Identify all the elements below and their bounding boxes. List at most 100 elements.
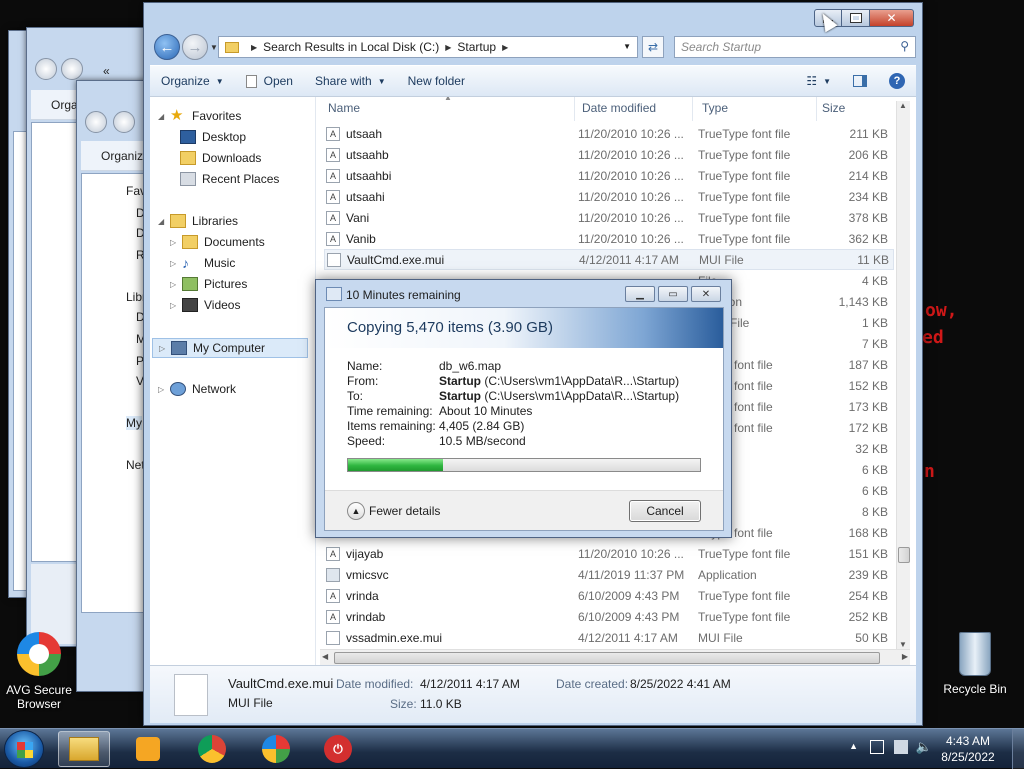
file-row[interactable]: Avijayab 11/20/2010 10:26 ... TrueType fon…	[324, 543, 894, 564]
open-button[interactable]: Open	[235, 74, 304, 88]
file-row[interactable]: A Vanib 11/20/2010 10:26 ... TrueType font …	[324, 228, 894, 249]
collapsed-icon[interactable]: ▷	[170, 280, 178, 289]
nav-downloads[interactable]: Downloads	[180, 151, 261, 165]
start-button[interactable]	[4, 730, 44, 768]
expanded-icon[interactable]: ◢	[158, 217, 166, 226]
file-row[interactable]: Autsaahbi 11/20/2010 10:26 ... TrueType fo…	[324, 165, 894, 186]
refresh-button[interactable]: ⇄	[642, 36, 664, 58]
organize-button[interactable]: Organize ▼	[150, 74, 235, 88]
file-row[interactable]: VaultCmd.exe.mui 4/12/2011 4:17 AM MUI Fil…	[324, 249, 894, 270]
search-input[interactable]: Search Startup ⚲	[674, 36, 916, 58]
scroll-right-icon[interactable]: ▶	[902, 652, 908, 661]
forward-button[interactable]: →	[182, 34, 208, 60]
organize-button[interactable]: Organiz	[101, 149, 143, 163]
help-button[interactable]: ?	[878, 73, 916, 89]
back-icon[interactable]	[35, 58, 57, 80]
avg-browser-shortcut[interactable]: AVG Secure Browser	[4, 632, 74, 711]
taskbar-power-app[interactable]: ⏻	[312, 731, 364, 767]
collapsed-icon[interactable]: ▷	[170, 301, 178, 310]
search-icon[interactable]: ⚲	[900, 39, 909, 53]
show-hidden-icons-icon[interactable]: ▲	[849, 741, 858, 751]
background-window-3[interactable]: Organiz Favo D D R Libr D M P V My Net	[76, 80, 153, 692]
copy-progress-dialog[interactable]: 10 Minutes remaining ▁ ▭ ✕ Copying 5,470…	[315, 279, 732, 538]
breadcrumb-startup[interactable]: Startup	[457, 40, 496, 54]
share-with-button[interactable]: Share with ▼	[304, 74, 397, 88]
fewer-details-button[interactable]: ▲ Fewer details	[347, 502, 440, 520]
clock[interactable]: 4:43 AM 8/25/2022	[938, 733, 998, 765]
column-divider[interactable]	[574, 97, 575, 121]
nav-network[interactable]: Net	[126, 458, 145, 472]
forward-icon[interactable]	[61, 58, 83, 80]
from-folder-link[interactable]: Startup	[439, 374, 481, 388]
show-desktop-button[interactable]	[1012, 729, 1024, 769]
nav-my-computer[interactable]: My	[126, 416, 142, 430]
organize-button[interactable]: Orga	[51, 98, 78, 112]
collapsed-icon[interactable]: ▷	[159, 344, 167, 353]
column-divider[interactable]	[816, 97, 817, 121]
nav-music[interactable]: ▷ ♪ Music	[170, 256, 235, 270]
file-row[interactable]: Autsaah 11/20/2010 10:26 ... TrueType font…	[324, 123, 894, 144]
new-folder-button[interactable]: New folder	[397, 74, 476, 88]
dialog-maximize-button[interactable]: ▭	[658, 286, 688, 302]
taskbar-avg-browser[interactable]	[250, 731, 302, 767]
nav-libraries[interactable]: ◢ Libraries	[158, 214, 238, 228]
nav-network[interactable]: ▷ Network	[158, 382, 236, 396]
column-header-size[interactable]: Size	[822, 101, 845, 115]
breadcrumb-search-results[interactable]: Search Results in Local Disk (C:)	[263, 40, 439, 54]
collapsed-icon[interactable]: ▷	[170, 259, 178, 268]
nav-pictures[interactable]: ▷ Pictures	[170, 277, 247, 291]
file-row[interactable]: Autsaahi 11/20/2010 10:26 ... TrueType fon…	[324, 186, 894, 207]
file-row[interactable]: Autsaahb 11/20/2010 10:26 ... TrueType fon…	[324, 144, 894, 165]
maximize-button[interactable]	[842, 9, 870, 27]
forward-icon[interactable]	[113, 111, 135, 133]
horizontal-scroll-thumb[interactable]	[334, 652, 880, 664]
action-center-icon[interactable]	[870, 740, 884, 754]
close-button[interactable]: ✕	[870, 9, 914, 27]
file-row[interactable]: Avrinda 6/10/2009 4:43 PM TrueType font fi…	[324, 585, 894, 606]
nav-my-computer[interactable]: ▷ My Computer	[152, 338, 308, 358]
column-header-type[interactable]: Type	[702, 101, 728, 115]
column-divider[interactable]	[692, 97, 693, 121]
file-row[interactable]: vssadmin.exe.mui 4/12/2011 4:17 AM MUI Fil…	[324, 627, 894, 648]
taskbar-chrome[interactable]	[186, 731, 238, 767]
collapsed-icon[interactable]: ▷	[170, 238, 178, 247]
change-view-button[interactable]: ☷ ▼	[795, 74, 842, 88]
file-name: vrinda	[346, 588, 379, 603]
nav-videos[interactable]: ▷ Videos	[170, 298, 240, 312]
vertical-scroll-thumb[interactable]	[898, 547, 910, 563]
dialog-minimize-button[interactable]: ▁	[625, 286, 655, 302]
nav-favorites[interactable]: ◢ ★ Favorites	[158, 108, 241, 123]
vertical-scrollbar[interactable]: ▲ ▼	[896, 101, 910, 649]
network-status-icon[interactable]	[894, 740, 908, 754]
nav-documents[interactable]: ▷ Documents	[170, 235, 265, 249]
nav-recent-places[interactable]: Recent Places	[180, 172, 279, 186]
address-input[interactable]: ▶ Search Results in Local Disk (C:) ▶ St…	[218, 36, 638, 58]
file-row[interactable]: vmicsvc 4/11/2019 11:37 PM Application 239 …	[324, 564, 894, 585]
file-row[interactable]: Avrindab 6/10/2009 4:43 PM TrueType font f…	[324, 606, 894, 627]
volume-icon[interactable]: 🔈	[916, 739, 932, 755]
breadcrumb-separator-icon[interactable]: ▶	[251, 43, 257, 52]
to-folder-link[interactable]: Startup	[439, 389, 481, 403]
column-header-name[interactable]: Name	[328, 101, 360, 115]
file-row[interactable]: A Vani 11/20/2010 10:26 ... TrueType font f…	[324, 207, 894, 228]
horizontal-scrollbar[interactable]: ◀ ▶	[320, 649, 910, 665]
scroll-left-icon[interactable]: ◀	[322, 652, 328, 661]
nav-desktop[interactable]: Desktop	[180, 130, 246, 144]
dialog-close-button[interactable]: ✕	[691, 286, 721, 302]
back-button[interactable]: ←	[154, 34, 180, 60]
column-header-date[interactable]: Date modified	[582, 101, 656, 115]
taskbar-explorer[interactable]	[58, 731, 110, 767]
scroll-up-icon[interactable]: ▲	[899, 101, 907, 110]
collapsed-icon[interactable]: ▷	[158, 385, 166, 394]
taskbar-media-player[interactable]	[122, 731, 174, 767]
address-dropdown-icon[interactable]: ▼	[623, 42, 631, 51]
breadcrumb-separator-icon[interactable]: ▶	[445, 43, 451, 52]
scroll-down-icon[interactable]: ▼	[899, 640, 907, 649]
breadcrumb-separator-icon[interactable]: ▶	[502, 43, 508, 52]
back-icon[interactable]	[85, 111, 107, 133]
recycle-bin-shortcut[interactable]: Recycle Bin	[940, 632, 1010, 696]
preview-pane-button[interactable]	[842, 75, 878, 87]
cancel-button[interactable]: Cancel	[629, 500, 701, 522]
recent-pages-dropdown-icon[interactable]: ▼	[210, 43, 218, 52]
expanded-icon[interactable]: ◢	[158, 112, 166, 121]
